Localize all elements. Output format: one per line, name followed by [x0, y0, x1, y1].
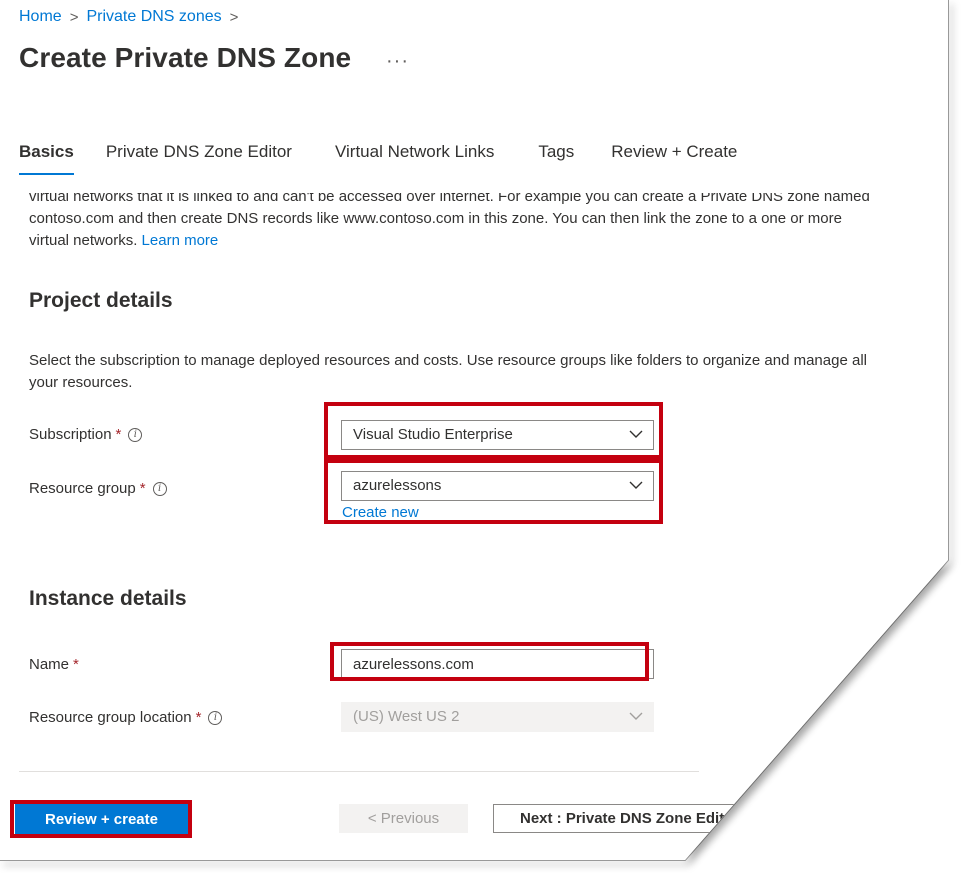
intro-line-text: virtual networks. — [29, 232, 138, 249]
description-line: Select the subscription to manage deploy… — [29, 352, 867, 369]
zone-name-input[interactable] — [341, 649, 654, 679]
previous-button: < Previous — [339, 804, 468, 833]
resource-group-dropdown[interactable]: azurelessons — [341, 471, 654, 501]
tab-virtual-network-links[interactable]: Virtual Network Links — [335, 142, 494, 162]
resource-group-label-text: Resource group — [29, 480, 136, 497]
info-icon[interactable]: i — [208, 710, 223, 725]
required-marker: * — [73, 656, 79, 673]
required-marker: * — [195, 709, 202, 726]
chevron-down-icon — [629, 430, 643, 438]
tab-private-dns-zone-editor[interactable]: Private DNS Zone Editor — [106, 142, 292, 162]
breadcrumb-separator: > — [69, 8, 79, 26]
name-label: Name * — [29, 656, 79, 673]
required-marker: * — [115, 426, 122, 443]
subscription-dropdown[interactable]: Visual Studio Enterprise — [341, 420, 654, 450]
instance-details-heading: Instance details — [29, 587, 187, 610]
tab-basics[interactable]: Basics — [19, 142, 74, 175]
intro-line: contoso.com and then create DNS records … — [29, 210, 842, 227]
resource-group-value: azurelessons — [353, 477, 442, 494]
info-icon[interactable]: i — [128, 427, 143, 442]
chevron-down-icon — [629, 712, 643, 720]
page-title: Create Private DNS Zone — [19, 42, 352, 73]
review-create-button[interactable]: Review + create — [15, 804, 188, 834]
breadcrumb-private-dns-zones[interactable]: Private DNS zones — [86, 8, 221, 26]
info-icon[interactable]: i — [152, 481, 167, 496]
name-label-text: Name — [29, 656, 70, 673]
project-details-description: Select the subscription to manage deploy… — [29, 350, 939, 394]
tab-review-create[interactable]: Review + Create — [611, 142, 737, 162]
description-line: your resources. — [29, 374, 133, 391]
resource-group-location-dropdown: (US) West US 2 — [341, 702, 654, 732]
subscription-value: Visual Studio Enterprise — [353, 426, 513, 443]
location-label-text: Resource group location — [29, 709, 192, 726]
intro-description: virtual networks that it is linked to an… — [29, 188, 939, 252]
subscription-label: Subscription * i — [29, 426, 143, 443]
project-details-heading: Project details — [29, 289, 173, 312]
wizard-tabs: Basics Private DNS Zone Editor Virtual N… — [19, 142, 737, 175]
intro-line: virtual networks. Learn more — [29, 230, 939, 252]
tab-tags[interactable]: Tags — [538, 142, 574, 162]
subscription-label-text: Subscription — [29, 426, 112, 443]
more-icon[interactable]: ··· — [386, 50, 409, 73]
breadcrumb-home[interactable]: Home — [19, 8, 62, 26]
breadcrumb: Home > Private DNS zones > — [19, 8, 238, 26]
chevron-down-icon — [629, 481, 643, 489]
breadcrumb-separator: > — [229, 8, 239, 26]
footer-divider — [19, 771, 699, 772]
location-value: (US) West US 2 — [353, 708, 460, 725]
required-marker: * — [139, 480, 146, 497]
intro-line: virtual networks that it is linked to an… — [29, 188, 870, 205]
create-new-resource-group-link[interactable]: Create new — [342, 504, 419, 521]
learn-more-link[interactable]: Learn more — [142, 232, 219, 249]
resource-group-location-label: Resource group location * i — [29, 709, 223, 726]
resource-group-label: Resource group * i — [29, 480, 167, 497]
